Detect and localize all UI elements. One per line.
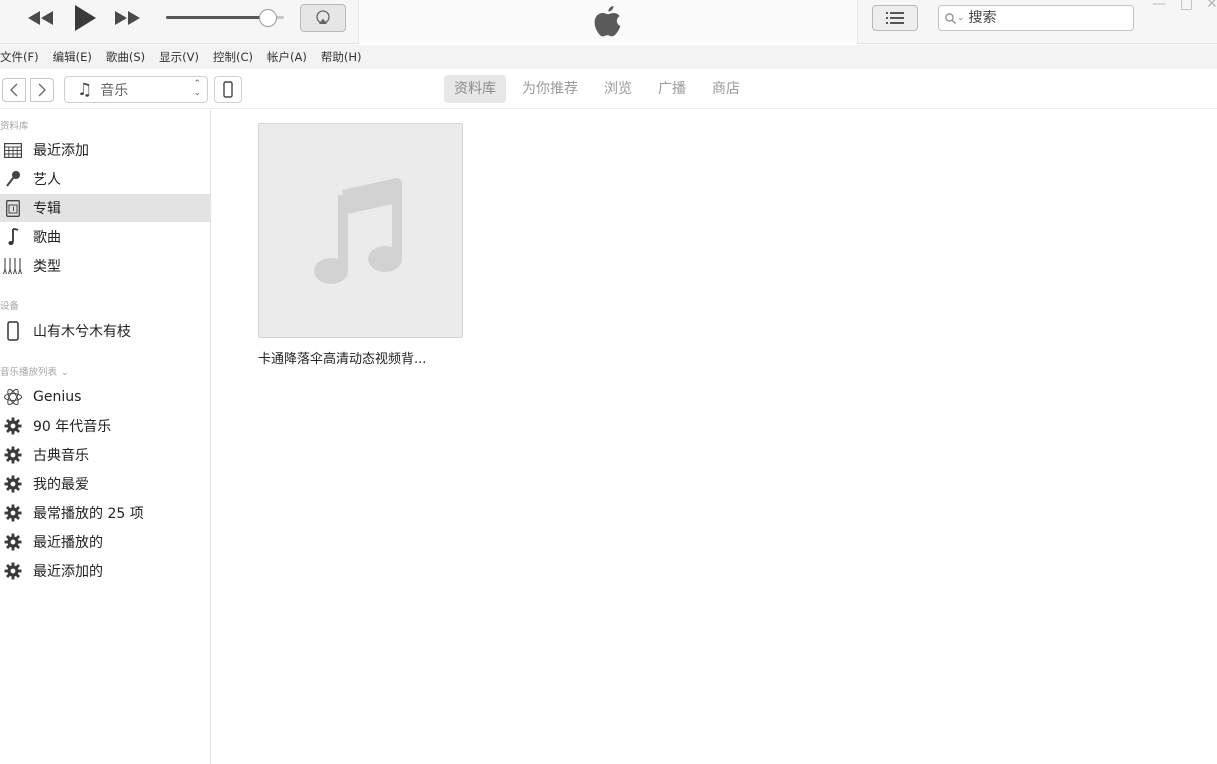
sidebar-item-label: 山有木兮木有枝 — [33, 324, 131, 340]
calendar-grid-icon — [0, 142, 26, 158]
previous-track-button[interactable] — [26, 8, 56, 28]
sidebar-item-label: 古典音乐 — [33, 448, 89, 464]
menu-account[interactable]: 帐户(A) — [267, 49, 307, 65]
sidebar-item-playlist[interactable]: 最常播放的 25 项 — [0, 499, 210, 527]
play-icon — [75, 5, 96, 31]
next-track-button[interactable] — [112, 8, 142, 28]
sidebar-item-label: 专辑 — [33, 201, 61, 217]
player-toolbar: ⌄ — □ ✕ — [0, 0, 1217, 44]
sidebar-item-label: 最近播放的 — [33, 535, 103, 551]
tab-for-you[interactable]: 为你推荐 — [512, 75, 588, 103]
sidebar-item-label: 最近添加 — [33, 143, 89, 159]
tab-store[interactable]: 商店 — [702, 75, 750, 103]
sidebar-item-label: 艺人 — [33, 172, 61, 188]
fast-forward-icon — [115, 11, 140, 25]
devices-heading: 设备 — [0, 301, 20, 312]
tab-radio[interactable]: 广播 — [648, 75, 696, 103]
device-button[interactable] — [214, 76, 242, 103]
search-field[interactable]: ⌄ — [938, 5, 1134, 31]
menu-view[interactable]: 显示(V) — [159, 49, 199, 65]
sidebar-item-playlist[interactable]: 古典音乐 — [0, 441, 210, 469]
play-button[interactable] — [70, 4, 100, 32]
sidebar-item-playlist[interactable]: 最近播放的 — [0, 528, 210, 556]
smart-playlist-gear-icon — [0, 417, 26, 435]
chevron-left-icon — [10, 83, 18, 97]
menu-song[interactable]: 歌曲(S) — [106, 49, 145, 65]
sidebar-item-label: 90 年代音乐 — [33, 419, 112, 435]
menu-bar: 文件(F) 编辑(E) 歌曲(S) 显示(V) 控制(C) 帐户(A) 帮助(H… — [0, 45, 1217, 69]
navigation-bar: ♫ 音乐 ⌃ ⌄ 资料库 为你推荐 浏览 广播 商店 — [0, 69, 1217, 109]
list-view-button[interactable] — [872, 5, 918, 31]
volume-knob[interactable] — [259, 9, 277, 27]
smart-playlist-gear-icon — [0, 533, 26, 551]
search-input[interactable] — [968, 10, 1109, 26]
album-tile[interactable]: 卡通降落伞高清动态视频背... — [258, 123, 464, 367]
menu-help[interactable]: 帮助(H) — [321, 49, 362, 65]
playlists-heading[interactable]: 音乐播放列表 ⌄ — [0, 364, 69, 378]
tab-browse[interactable]: 浏览 — [594, 75, 642, 103]
playlists-heading-label: 音乐播放列表 — [0, 367, 58, 378]
tab-library[interactable]: 资料库 — [444, 75, 506, 103]
chevron-down-icon: ⌄ — [61, 368, 69, 378]
sidebar-item-genius[interactable]: Genius — [0, 383, 210, 411]
back-button[interactable] — [2, 78, 26, 102]
phone-icon — [0, 321, 26, 341]
music-note-icon — [313, 177, 402, 284]
now-playing-display — [358, 0, 858, 44]
smart-playlist-gear-icon — [0, 446, 26, 464]
apple-logo-icon — [594, 6, 621, 37]
search-options-chevron-icon[interactable]: ⌄ — [957, 13, 965, 23]
forward-button[interactable] — [30, 78, 54, 102]
media-type-label: 音乐 — [100, 82, 129, 99]
menu-controls[interactable]: 控制(C) — [213, 49, 253, 65]
maximize-window-icon[interactable]: □ — [1180, 0, 1193, 12]
phone-icon — [223, 81, 233, 98]
media-type-select[interactable]: ♫ 音乐 ⌃ ⌄ — [64, 76, 208, 103]
sidebar-item-playlist[interactable]: 90 年代音乐 — [0, 412, 210, 440]
smart-playlist-gear-icon — [0, 504, 26, 522]
album-title: 卡通降落伞高清动态视频背... — [258, 352, 427, 367]
sidebar-item-label: 我的最爱 — [33, 477, 89, 493]
sidebar-item-recently-added[interactable]: 最近添加 — [0, 136, 210, 164]
library-tabs: 资料库 为你推荐 浏览 广播 商店 — [444, 75, 756, 103]
chevron-right-icon — [38, 83, 46, 97]
rewind-icon — [28, 11, 53, 25]
menu-edit[interactable]: 编辑(E) — [53, 49, 92, 65]
sidebar-item-label: 歌曲 — [33, 230, 61, 246]
airplay-button[interactable] — [300, 4, 346, 32]
sidebar-item-playlist[interactable]: 我的最爱 — [0, 470, 210, 498]
smart-playlist-gear-icon — [0, 475, 26, 493]
sidebar-item-songs[interactable]: 歌曲 — [0, 223, 210, 251]
sidebar-item-genres[interactable]: 类型 — [0, 252, 210, 280]
library-heading: 资料库 — [0, 121, 29, 132]
sidebar-item-label: 最常播放的 25 项 — [33, 506, 144, 522]
album-grid: 卡通降落伞高清动态视频背... — [212, 110, 1217, 764]
minimize-window-icon[interactable]: — — [1152, 0, 1166, 12]
album-artwork-placeholder[interactable] — [258, 123, 463, 338]
sidebar-item-label: 最近添加的 — [33, 564, 103, 580]
volume-slider[interactable] — [166, 9, 284, 27]
genius-atom-icon — [0, 387, 26, 407]
close-window-icon[interactable]: ✕ — [1206, 0, 1217, 12]
menu-file[interactable]: 文件(F) — [0, 49, 39, 65]
music-note-icon — [0, 228, 26, 246]
smart-playlist-gear-icon — [0, 562, 26, 580]
search-icon — [945, 12, 956, 24]
music-note-icon: ♫ — [77, 79, 93, 100]
list-icon — [886, 12, 904, 24]
volume-fill — [166, 16, 268, 19]
sidebar: 资料库 最近添加 艺人 专辑 歌曲 类型 设备 山有木兮木有枝 音乐播放列表 ⌄… — [0, 110, 211, 764]
album-icon — [0, 199, 26, 217]
up-down-chevron-icon: ⌃ ⌄ — [193, 79, 201, 98]
sidebar-item-label: Genius — [33, 389, 82, 405]
genre-icon — [0, 257, 26, 275]
microphone-icon — [0, 170, 26, 188]
sidebar-item-albums[interactable]: 专辑 — [0, 194, 210, 222]
sidebar-item-playlist[interactable]: 最近添加的 — [0, 557, 210, 585]
airplay-icon — [316, 10, 330, 24]
sidebar-item-label: 类型 — [33, 259, 61, 275]
sidebar-item-device[interactable]: 山有木兮木有枝 — [0, 317, 210, 345]
sidebar-item-artists[interactable]: 艺人 — [0, 165, 210, 193]
